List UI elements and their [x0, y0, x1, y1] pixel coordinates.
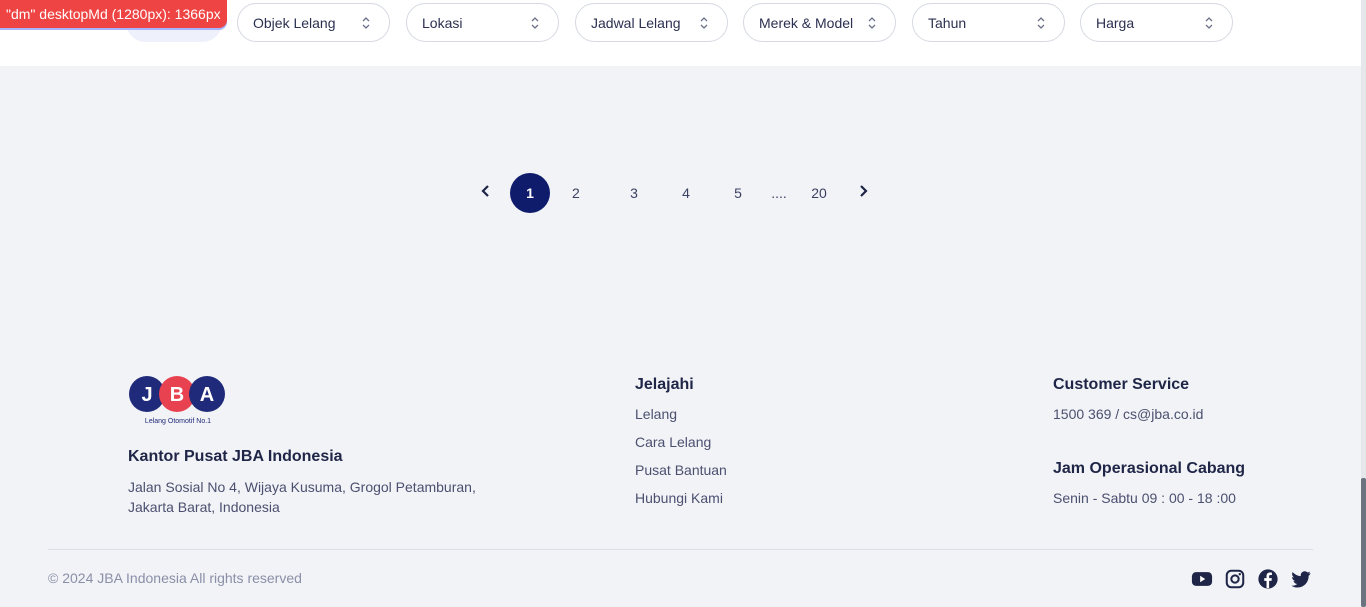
- page-ellipsis: ....: [771, 185, 787, 201]
- branch-hours-title: Jam Operasional Cabang: [1053, 460, 1246, 477]
- svg-text:Lelang Otomotif No.1: Lelang Otomotif No.1: [145, 418, 211, 425]
- chevron-updown-icon: [1205, 17, 1213, 29]
- chevron-right-icon[interactable]: [857, 184, 869, 198]
- filter-label: Tahun: [928, 14, 967, 31]
- page-scrollbar[interactable]: [1361, 0, 1366, 607]
- page-button-20[interactable]: 20: [808, 173, 830, 213]
- footer-divider: [48, 549, 1313, 550]
- filter-merek-model[interactable]: Merek & Model: [743, 3, 896, 42]
- filter-harga[interactable]: Harga: [1080, 3, 1233, 42]
- scrollbar-thumb[interactable]: [1361, 478, 1366, 607]
- facebook-icon[interactable]: [1257, 568, 1279, 590]
- jba-logo[interactable]: J B A Lelang Otomotif No.1: [128, 374, 228, 428]
- chevron-updown-icon: [868, 17, 876, 29]
- page-button-2[interactable]: 2: [572, 173, 580, 213]
- filter-objek-lelang[interactable]: Objek Lelang: [237, 3, 390, 42]
- explore-title: Jelajahi: [635, 376, 694, 393]
- filter-label: Merek & Model: [759, 14, 854, 31]
- hq-address: Jalan Sosial No 4, Wijaya Kusuma, Grogol…: [128, 479, 476, 515]
- filter-label: Objek Lelang: [253, 14, 336, 31]
- branch-hours-text: Senin - Sabtu 09 : 00 - 18 :00: [1053, 490, 1236, 506]
- page-button-5[interactable]: 5: [728, 173, 748, 213]
- page-button-1[interactable]: 1: [510, 173, 550, 213]
- filter-label: Lokasi: [422, 14, 463, 31]
- page-button-3[interactable]: 3: [624, 173, 644, 213]
- chevron-updown-icon: [362, 17, 370, 29]
- chevron-updown-icon: [531, 17, 539, 29]
- youtube-icon[interactable]: [1191, 568, 1213, 590]
- breakpoint-debug-badge: "dm" desktopMd (1280px): 1366px: [0, 0, 227, 28]
- filter-tahun[interactable]: Tahun: [912, 3, 1065, 42]
- customer-service-title: Customer Service: [1053, 376, 1190, 393]
- svg-text:A: A: [200, 384, 214, 406]
- filter-label: Harga: [1096, 14, 1135, 31]
- hq-title: Kantor Pusat JBA Indonesia: [128, 448, 343, 465]
- chevron-updown-icon: [1037, 17, 1045, 29]
- chevron-left-icon[interactable]: [480, 184, 492, 198]
- filter-jadwal-lelang[interactable]: Jadwal Lelang: [575, 3, 728, 42]
- page-button-4[interactable]: 4: [676, 173, 696, 213]
- svg-text:B: B: [170, 384, 184, 406]
- chevron-updown-icon: [700, 17, 708, 29]
- copyright: © 2024 JBA Indonesia All rights reserved: [48, 570, 302, 586]
- svg-text:J: J: [141, 384, 152, 406]
- filter-label: Jadwal Lelang: [591, 14, 681, 31]
- footer-link-hubungi-kami[interactable]: Hubungi Kami: [635, 490, 723, 506]
- footer-link-cara-lelang[interactable]: Cara Lelang: [635, 434, 711, 450]
- filter-lokasi[interactable]: Lokasi: [406, 3, 559, 42]
- footer-link-pusat-bantuan[interactable]: Pusat Bantuan: [635, 462, 727, 478]
- twitter-icon[interactable]: [1290, 568, 1312, 590]
- footer-link-lelang[interactable]: Lelang: [635, 406, 677, 422]
- customer-service-contact[interactable]: 1500 369 / cs@jba.co.id: [1053, 406, 1203, 422]
- instagram-icon[interactable]: [1224, 568, 1246, 590]
